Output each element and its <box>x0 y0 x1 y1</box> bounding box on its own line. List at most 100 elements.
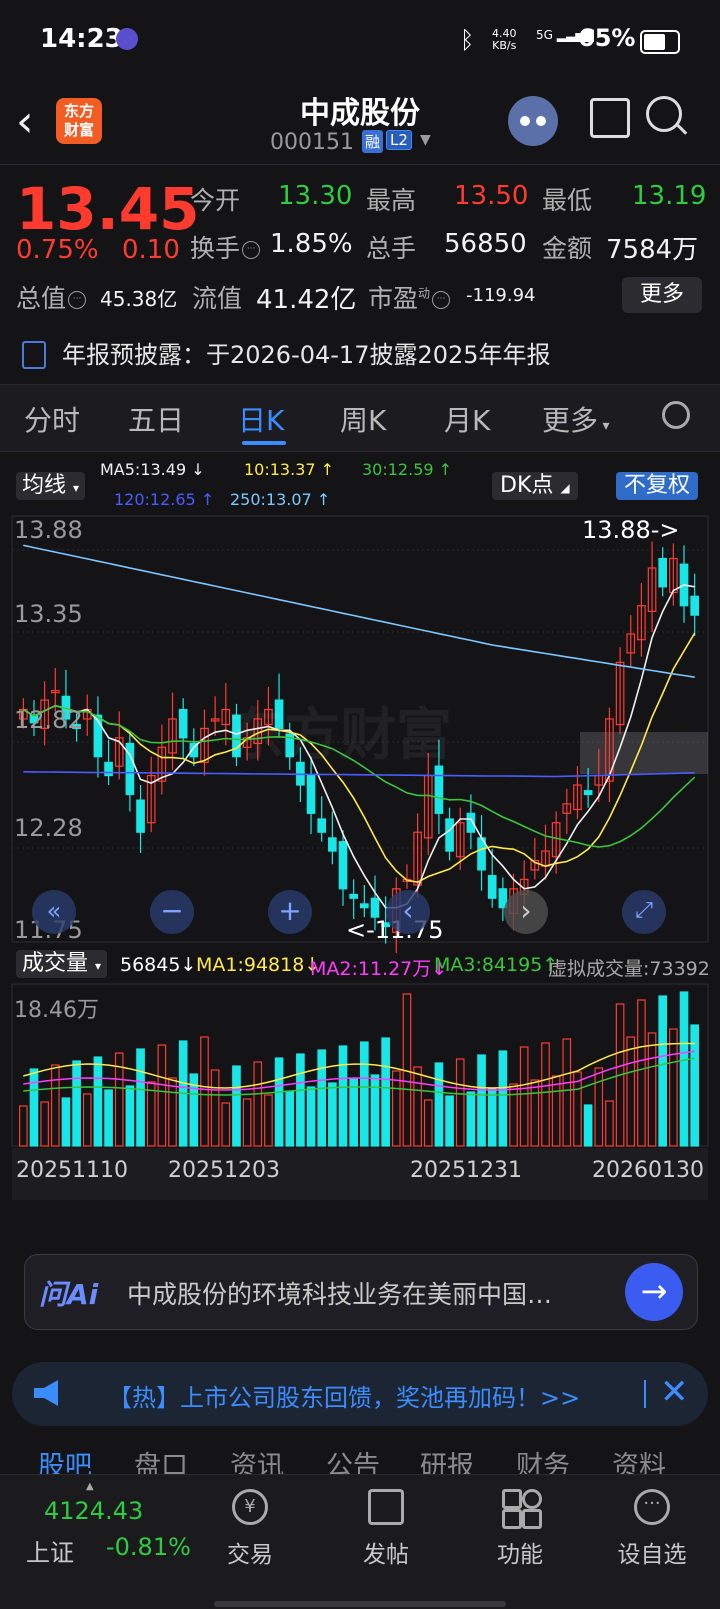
subtab-forum[interactable]: 股吧 <box>38 1444 92 1474</box>
candle-body <box>349 893 359 899</box>
share-icon[interactable] <box>590 98 630 138</box>
volume-bar <box>18 1105 28 1147</box>
y-label-2: 13.35 <box>14 600 83 628</box>
volume-bar <box>658 995 668 1147</box>
volume-bar <box>50 1064 60 1147</box>
volume-ma1: MA1:94818↓ <box>196 954 321 976</box>
date-label-3: 20251231 <box>410 1158 522 1183</box>
tab-intraday[interactable]: 分时 <box>24 399 80 439</box>
date-label-2: 20251203 <box>168 1158 280 1183</box>
subtab-finance[interactable]: 财务 <box>516 1444 570 1474</box>
volume-bar <box>328 1082 337 1147</box>
volume-bar <box>253 1061 263 1147</box>
volume-indicator-selector[interactable]: 成交量 ▾ <box>16 950 108 978</box>
high-label: 最高 <box>366 186 417 215</box>
arrow-right-icon[interactable]: → <box>625 1263 683 1321</box>
volume-bar <box>146 1081 156 1147</box>
subtab-order-book[interactable]: 盘口 <box>134 1444 188 1474</box>
y-label-3: 12.82 <box>14 706 83 734</box>
volume-bar <box>61 1097 71 1147</box>
ai-prompt-text[interactable]: 中成股份的环境科技业务在美丽中国… <box>127 1275 587 1311</box>
pe-value: -119.94 <box>466 285 536 306</box>
tab-monthly-k[interactable]: 月K <box>444 399 490 439</box>
ai-question-box[interactable]: 问Ai 中成股份的环境科技业务在美丽中国… → <box>24 1254 698 1330</box>
volume-bar <box>338 1045 348 1147</box>
volume-bar <box>221 1102 231 1147</box>
candle-body <box>328 837 337 852</box>
close-icon[interactable]: ✕ <box>660 1372 689 1412</box>
promo-banner[interactable]: 【热】上市公司股东回馈，奖池再加码！>> ✕ <box>12 1362 708 1426</box>
kline-chart[interactable] <box>0 450 720 1240</box>
nav-trade[interactable]: 交易 <box>200 1535 300 1569</box>
status-bar: 14:23 ᛒ 4.40 KB/s 5G ▂▃▅▇ 65% <box>0 0 720 84</box>
scroll-left-icon[interactable]: ‹ <box>386 890 430 934</box>
tab-more[interactable]: 更多 ▾ <box>542 399 610 439</box>
volume-bar <box>381 1037 390 1147</box>
subtab-profile[interactable]: 资料 <box>612 1444 666 1474</box>
grid-icon[interactable] <box>502 1489 542 1529</box>
volume-value: 56850 <box>444 229 527 259</box>
volume-bar <box>125 1085 135 1147</box>
candle-body <box>317 818 327 833</box>
volume-bar <box>306 1086 316 1147</box>
volume-bar <box>498 1050 508 1147</box>
candle-body <box>487 875 497 899</box>
period-tabs: 分时 五日 日K 周K 月K 更多 ▾ <box>0 384 720 452</box>
tab-weekly-k[interactable]: 周K <box>340 399 386 439</box>
index-name[interactable]: 上证 <box>26 1533 74 1568</box>
turnover-label: 换手 ··· <box>190 229 261 265</box>
ma250-line <box>23 544 695 678</box>
battery-icon <box>640 30 680 54</box>
volume-bar <box>274 1057 284 1147</box>
subtab-research[interactable]: 研报 <box>420 1444 474 1474</box>
stock-code[interactable]: 000151 <box>270 130 354 155</box>
no-adjust-button[interactable]: 不复权 <box>616 472 699 500</box>
volume-bar <box>541 1042 550 1147</box>
net-speed: 4.40 KB/s <box>492 27 517 52</box>
change-percent: 0.75% <box>16 235 99 265</box>
scroll-right-icon[interactable]: › <box>504 890 548 934</box>
volume-bar <box>626 1036 636 1147</box>
volume-bar <box>583 1104 593 1147</box>
subtab-announcements[interactable]: 公告 <box>326 1444 380 1474</box>
volume-bar <box>264 1094 273 1147</box>
more-dots-icon[interactable]: ··· <box>634 1489 670 1525</box>
virtual-volume: 虚拟成交量:73392 <box>548 958 710 980</box>
edit-icon[interactable] <box>368 1489 404 1525</box>
subtab-news[interactable]: 资讯 <box>230 1444 284 1474</box>
ma-selector[interactable]: 均线 ▾ <box>16 472 86 500</box>
info-icon: ··· <box>68 291 87 309</box>
volume-bar <box>605 1100 614 1147</box>
zoom-out-icon[interactable]: − <box>150 890 194 934</box>
dk-point-button[interactable]: DK点 ◢ <box>492 472 578 500</box>
nav-post[interactable]: 发帖 <box>336 1535 436 1569</box>
scroll-left-fast-icon[interactable]: « <box>32 890 76 934</box>
robot-assistant-icon[interactable] <box>508 96 558 146</box>
quote-panel: 13.45 0.75% 0.10 今开 13.30 最高 13.50 最低 13… <box>0 164 720 385</box>
index-value[interactable]: 4124.43 <box>44 1497 143 1525</box>
ai-logo: 问Ai <box>39 1278 99 1311</box>
trade-icon[interactable]: ¥ <box>232 1489 268 1525</box>
caret-down-icon[interactable]: ▼ <box>420 132 431 148</box>
promo-text[interactable]: 【热】上市公司股东回馈，奖池再加码！>> <box>108 1378 580 1413</box>
l2-tag: L2 <box>386 130 412 150</box>
change-amount: 0.10 <box>122 235 180 265</box>
last-price: 13.45 <box>16 175 200 243</box>
bluetooth-icon: ᛒ <box>460 26 475 54</box>
candle-body <box>690 595 700 616</box>
low-value: 13.19 <box>632 181 707 211</box>
volume-bar <box>391 1070 401 1147</box>
nav-add-watchlist[interactable]: 设自选 <box>602 1535 702 1569</box>
nav-functions[interactable]: 功能 <box>470 1535 570 1569</box>
info-icon: ··· <box>242 241 261 259</box>
info-icon: ··· <box>432 291 451 309</box>
index-change[interactable]: -0.81% <box>106 1533 191 1561</box>
gear-icon[interactable] <box>662 401 690 429</box>
zoom-in-icon[interactable]: + <box>268 890 312 934</box>
annual-report-notice[interactable]: 年报预披露：于2026-04-17披露2025年年报 <box>62 335 551 370</box>
more-button[interactable]: 更多 <box>622 277 702 313</box>
fullscreen-icon[interactable]: ⤢ <box>622 890 666 934</box>
tab-daily-k[interactable]: 日K <box>238 399 284 439</box>
tab-five-day[interactable]: 五日 <box>128 399 184 439</box>
document-icon <box>22 341 46 369</box>
